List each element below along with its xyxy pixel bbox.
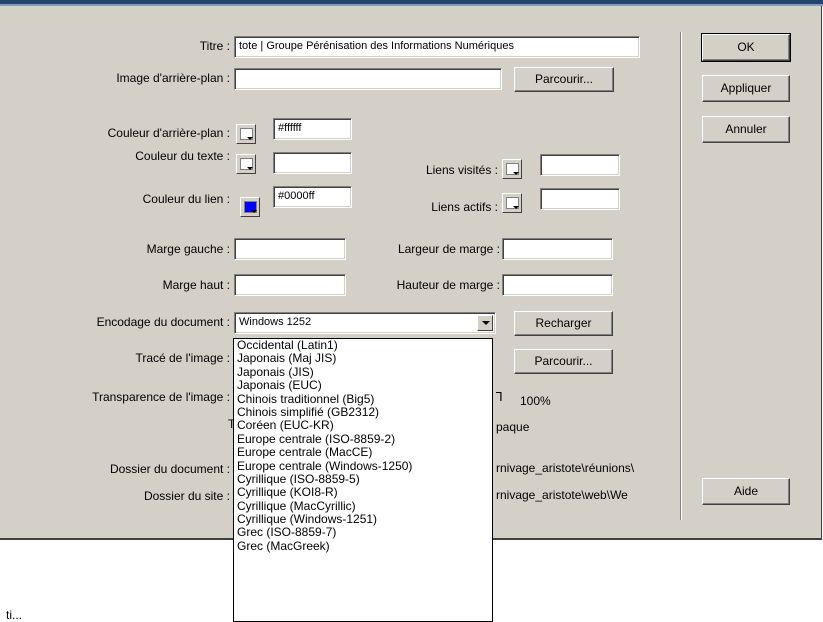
- text-color-swatch[interactable]: [236, 154, 256, 174]
- link-color-label: Couleur du lien :: [142, 192, 230, 206]
- background-image-input[interactable]: [234, 68, 502, 90]
- reload-button[interactable]: Recharger: [514, 311, 613, 336]
- site-folder-value: rnivage_aristote\web\We: [496, 488, 628, 502]
- title-label: Titre :: [199, 39, 230, 53]
- active-links-input[interactable]: [540, 188, 620, 210]
- chevron-down-icon: [513, 172, 519, 175]
- background-text: ti...: [6, 608, 23, 622]
- text-color-input[interactable]: [273, 152, 352, 174]
- top-margin-input[interactable]: [234, 274, 346, 296]
- text-color-label: Couleur du texte :: [135, 149, 230, 163]
- margin-height-label: Hauteur de marge :: [396, 278, 500, 292]
- left-margin-label: Marge gauche :: [146, 242, 230, 256]
- title-input[interactable]: tote | Groupe Pérénisation des Informati…: [234, 36, 640, 58]
- chevron-down-icon: [251, 210, 257, 213]
- background-color-swatch[interactable]: [236, 124, 256, 144]
- encoding-option[interactable]: Grec (ISO-8859-7): [234, 526, 492, 540]
- encoding-option[interactable]: Chinois simplifié (GB2312): [234, 405, 492, 419]
- encoding-selected-value: Windows 1252: [239, 316, 312, 328]
- active-links-swatch[interactable]: [502, 193, 522, 213]
- visited-links-swatch[interactable]: [502, 159, 522, 179]
- encoding-select[interactable]: Windows 1252: [234, 312, 496, 334]
- browse-tracing-button[interactable]: Parcourir...: [514, 349, 613, 374]
- image-transparency-label: Transparence de l'image :: [92, 390, 230, 404]
- top-margin-label: Marge haut :: [162, 278, 230, 292]
- opaque-label: paque: [496, 420, 530, 434]
- background-color-label: Couleur d'arrière-plan :: [107, 126, 230, 140]
- left-margin-input[interactable]: [234, 238, 346, 260]
- link-color-input[interactable]: #0000ff: [273, 186, 352, 208]
- encoding-option[interactable]: Europe centrale (ISO-8859-2): [234, 432, 492, 446]
- document-folder-label: Dossier du document :: [109, 462, 230, 476]
- encoding-option[interactable]: Chinois traditionnel (Big5): [234, 392, 492, 406]
- margin-height-input[interactable]: [502, 274, 613, 296]
- encoding-option[interactable]: Europe centrale (MacCE): [234, 445, 492, 459]
- encoding-option[interactable]: Japonais (Maj JIS): [234, 351, 492, 365]
- browse-background-button[interactable]: Parcourir...: [514, 67, 614, 92]
- encoding-option[interactable]: Cyrillique (Windows-1251): [234, 512, 492, 526]
- encoding-option[interactable]: Japonais (EUC): [234, 378, 492, 392]
- document-folder-value: rnivage_aristote\réunions\: [496, 461, 635, 475]
- visited-links-input[interactable]: [540, 154, 620, 176]
- cancel-button[interactable]: Annuler: [702, 116, 790, 143]
- background-color-input[interactable]: #ffffff: [273, 118, 352, 140]
- visited-links-label: Liens visités :: [425, 163, 498, 177]
- chevron-down-icon: [513, 206, 519, 209]
- ok-button[interactable]: OK: [701, 33, 791, 62]
- margin-width-label: Largeur de marge :: [397, 242, 500, 256]
- vertical-separator: [680, 32, 682, 520]
- encoding-option[interactable]: Europe centrale (Windows-1250): [234, 459, 492, 473]
- slider-thumb[interactable]: ⅂: [496, 390, 503, 404]
- encoding-option[interactable]: Coréen (EUC-KR): [234, 418, 492, 432]
- encoding-option[interactable]: Cyrillique (MacCyrillic): [234, 499, 492, 513]
- encoding-option[interactable]: Occidental (Latin1): [234, 339, 492, 352]
- chevron-down-icon: [247, 167, 253, 170]
- encoding-option[interactable]: Cyrillique (KOI8-R): [234, 485, 492, 499]
- encoding-option[interactable]: Cyrillique (ISO-8859-5): [234, 472, 492, 486]
- encoding-option[interactable]: Grec (MacGreek): [234, 539, 492, 553]
- tracing-image-label: Tracé de l'image :: [135, 351, 230, 365]
- apply-button[interactable]: Appliquer: [702, 75, 790, 102]
- link-color-swatch[interactable]: [240, 197, 260, 217]
- margin-width-input[interactable]: [502, 238, 613, 260]
- active-links-label: Liens actifs :: [431, 200, 498, 214]
- chevron-down-icon: [247, 137, 253, 140]
- encoding-dropdown-list[interactable]: Occidental (Latin1) Japonais (Maj JIS) Jap…: [233, 338, 493, 622]
- encoding-option[interactable]: Japonais (JIS): [234, 365, 492, 379]
- transparency-percent: 100%: [520, 394, 551, 408]
- encoding-label: Encodage du document :: [96, 315, 230, 329]
- background-image-label: Image d'arrière-plan :: [116, 71, 230, 85]
- help-button[interactable]: Aide: [702, 478, 790, 505]
- site-folder-label: Dossier du site :: [143, 489, 230, 503]
- chevron-down-icon[interactable]: [477, 315, 493, 331]
